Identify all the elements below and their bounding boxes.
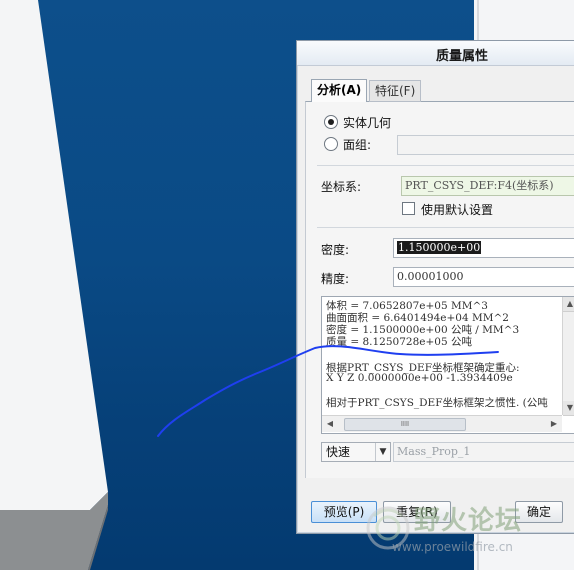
annotation-layer: [157, 345, 499, 550]
watermark-text: 野火论坛: [414, 506, 523, 536]
screen: 质量属性 分析(A) 特征(F) 实体几何 面组: 坐标系: PRT_CSYS_…: [0, 0, 574, 570]
hand-drawn-annotation: [157, 345, 499, 437]
watermark-url: www.proewildfire.cn: [392, 540, 513, 554]
